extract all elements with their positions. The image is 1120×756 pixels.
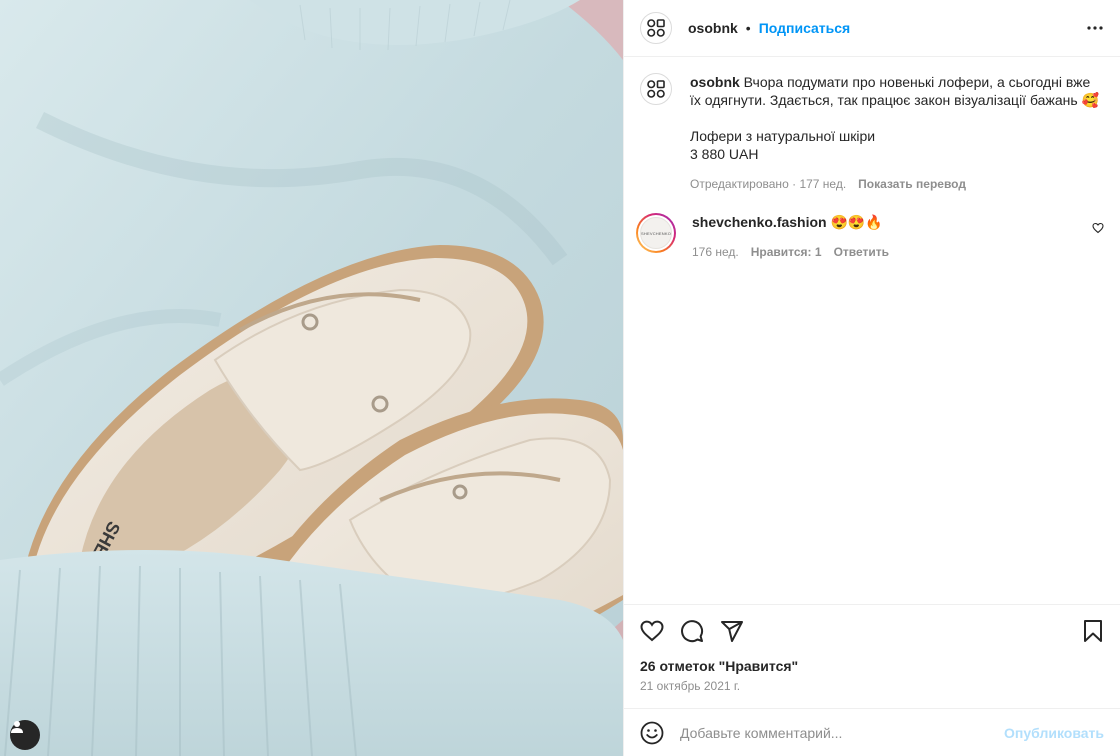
caption-username[interactable]: osobnk (690, 74, 740, 90)
emoji-button[interactable] (640, 721, 664, 745)
comment-meta: 176 нед. Нравится: 1 Ответить (692, 243, 1092, 261)
instagram-post: SHEVCHE (0, 0, 1120, 756)
follow-button[interactable]: Подписаться (759, 20, 851, 36)
post-date[interactable]: 21 октябрь 2021 г. (640, 679, 1104, 693)
user-icon (11, 721, 23, 733)
edited-label: Отредактировано (690, 177, 789, 191)
comment-body: shevchenko.fashion 😍😍🔥 176 нед. Нравится… (692, 213, 1092, 261)
commenter-avatar-logo: SHEVCHENKO (640, 217, 672, 249)
comment-item: SHEVCHENKO shevchenko.fashion 😍😍🔥 176 не… (636, 213, 1104, 261)
reply-button[interactable]: Ответить (834, 243, 889, 261)
commenter-username[interactable]: shevchenko.fashion (692, 214, 827, 230)
like-button[interactable] (640, 611, 680, 651)
osobnk-logo-icon (647, 19, 665, 37)
caption-body: osobnk Вчора подумати про новенькі лофер… (690, 73, 1104, 193)
show-translation-button[interactable]: Показать перевод (858, 175, 966, 193)
share-icon (721, 621, 743, 642)
caption: osobnk Вчора подумати про новенькі лофер… (640, 73, 1104, 193)
likes-count[interactable]: 26 отметок "Нравится" (640, 658, 1104, 674)
author-avatar[interactable] (640, 12, 672, 44)
osobnk-logo-icon (647, 80, 665, 98)
post-side-panel: osobnk • Подписаться osobnk Вчора подума… (623, 0, 1120, 756)
bookmark-icon (1084, 620, 1102, 642)
publish-button[interactable]: Опубликовать (1004, 725, 1104, 741)
comment-text: 😍😍🔥 (830, 214, 883, 230)
caption-avatar[interactable] (640, 73, 672, 105)
comment-like-button[interactable] (1092, 221, 1104, 239)
post-image[interactable]: SHEVCHE (0, 0, 623, 756)
comment-age[interactable]: 176 нед. (692, 243, 739, 261)
caption-text: Вчора подумати про новенькі лофери, а сь… (690, 74, 1099, 162)
heart-icon (1092, 222, 1104, 234)
caption-meta: Отредактировано · 177 нед. Показать пере… (690, 175, 966, 193)
post-header: osobnk • Подписаться (624, 0, 1120, 57)
add-comment-bar: Опубликовать (624, 708, 1120, 756)
tagged-users-button[interactable] (10, 720, 40, 750)
comment-icon (681, 620, 704, 643)
more-options-button[interactable] (1086, 19, 1104, 37)
comment-button[interactable] (680, 611, 720, 651)
commenter-avatar[interactable]: SHEVCHENKO (636, 213, 676, 253)
action-icons (640, 611, 1104, 651)
author-username[interactable]: osobnk (688, 20, 738, 36)
share-button[interactable] (720, 611, 760, 651)
heart-icon (640, 620, 664, 642)
more-horizontal-icon (1087, 26, 1103, 30)
comment-likes-count[interactable]: Нравится: 1 (751, 243, 822, 261)
post-actions: 26 отметок "Нравится" 21 октябрь 2021 г. (624, 604, 1120, 708)
caption-age[interactable]: 177 нед. (799, 177, 846, 191)
header-separator: • (745, 20, 751, 36)
smiley-icon (640, 721, 664, 744)
loafers-photo: SHEVCHE (0, 0, 623, 756)
save-button[interactable] (1064, 611, 1104, 651)
comment-input[interactable] (678, 723, 1005, 742)
comments-section: osobnk Вчора подумати про новенькі лофер… (624, 57, 1120, 604)
